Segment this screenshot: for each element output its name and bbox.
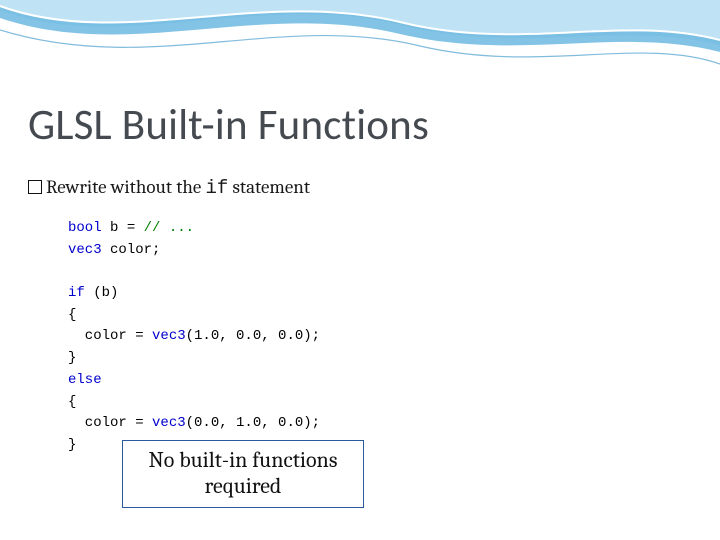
subtitle-suffix: statement	[228, 176, 310, 198]
code-t: (b)	[85, 285, 119, 301]
kw-vec3: vec3	[152, 328, 186, 344]
page-title: GLSL Built-in Functions	[28, 98, 429, 151]
code-t: color =	[68, 415, 152, 431]
kw-bool: bool	[68, 220, 102, 236]
subtitle: Rewrite without the if statement	[28, 176, 310, 199]
decorative-wave	[0, 0, 720, 80]
comment: // ...	[144, 220, 194, 236]
code-t: {	[68, 394, 76, 410]
code-t: }	[68, 350, 76, 366]
code-t: color =	[68, 328, 152, 344]
code-t: (0.0, 1.0, 0.0);	[186, 415, 320, 431]
code-t: }	[68, 437, 76, 453]
subtitle-prefix: Rewrite without the	[46, 176, 205, 198]
code-t: (1.0, 0.0, 0.0);	[186, 328, 320, 344]
square-bullet-icon	[28, 180, 42, 194]
kw-if: if	[68, 285, 85, 301]
code-t: b =	[102, 220, 144, 236]
slide: GLSL Built-in Functions Rewrite without …	[0, 0, 720, 540]
subtitle-code: if	[205, 177, 228, 199]
code-block: bool b = // ... vec3 color; if (b) { col…	[68, 218, 320, 457]
code-t: {	[68, 307, 76, 323]
code-t: color;	[102, 242, 161, 258]
callout-box: No built-in functions required	[122, 440, 364, 508]
callout-text: No built-in functions required	[123, 448, 363, 500]
kw-vec3: vec3	[152, 415, 186, 431]
kw-else: else	[68, 372, 102, 388]
kw-vec3: vec3	[68, 242, 102, 258]
